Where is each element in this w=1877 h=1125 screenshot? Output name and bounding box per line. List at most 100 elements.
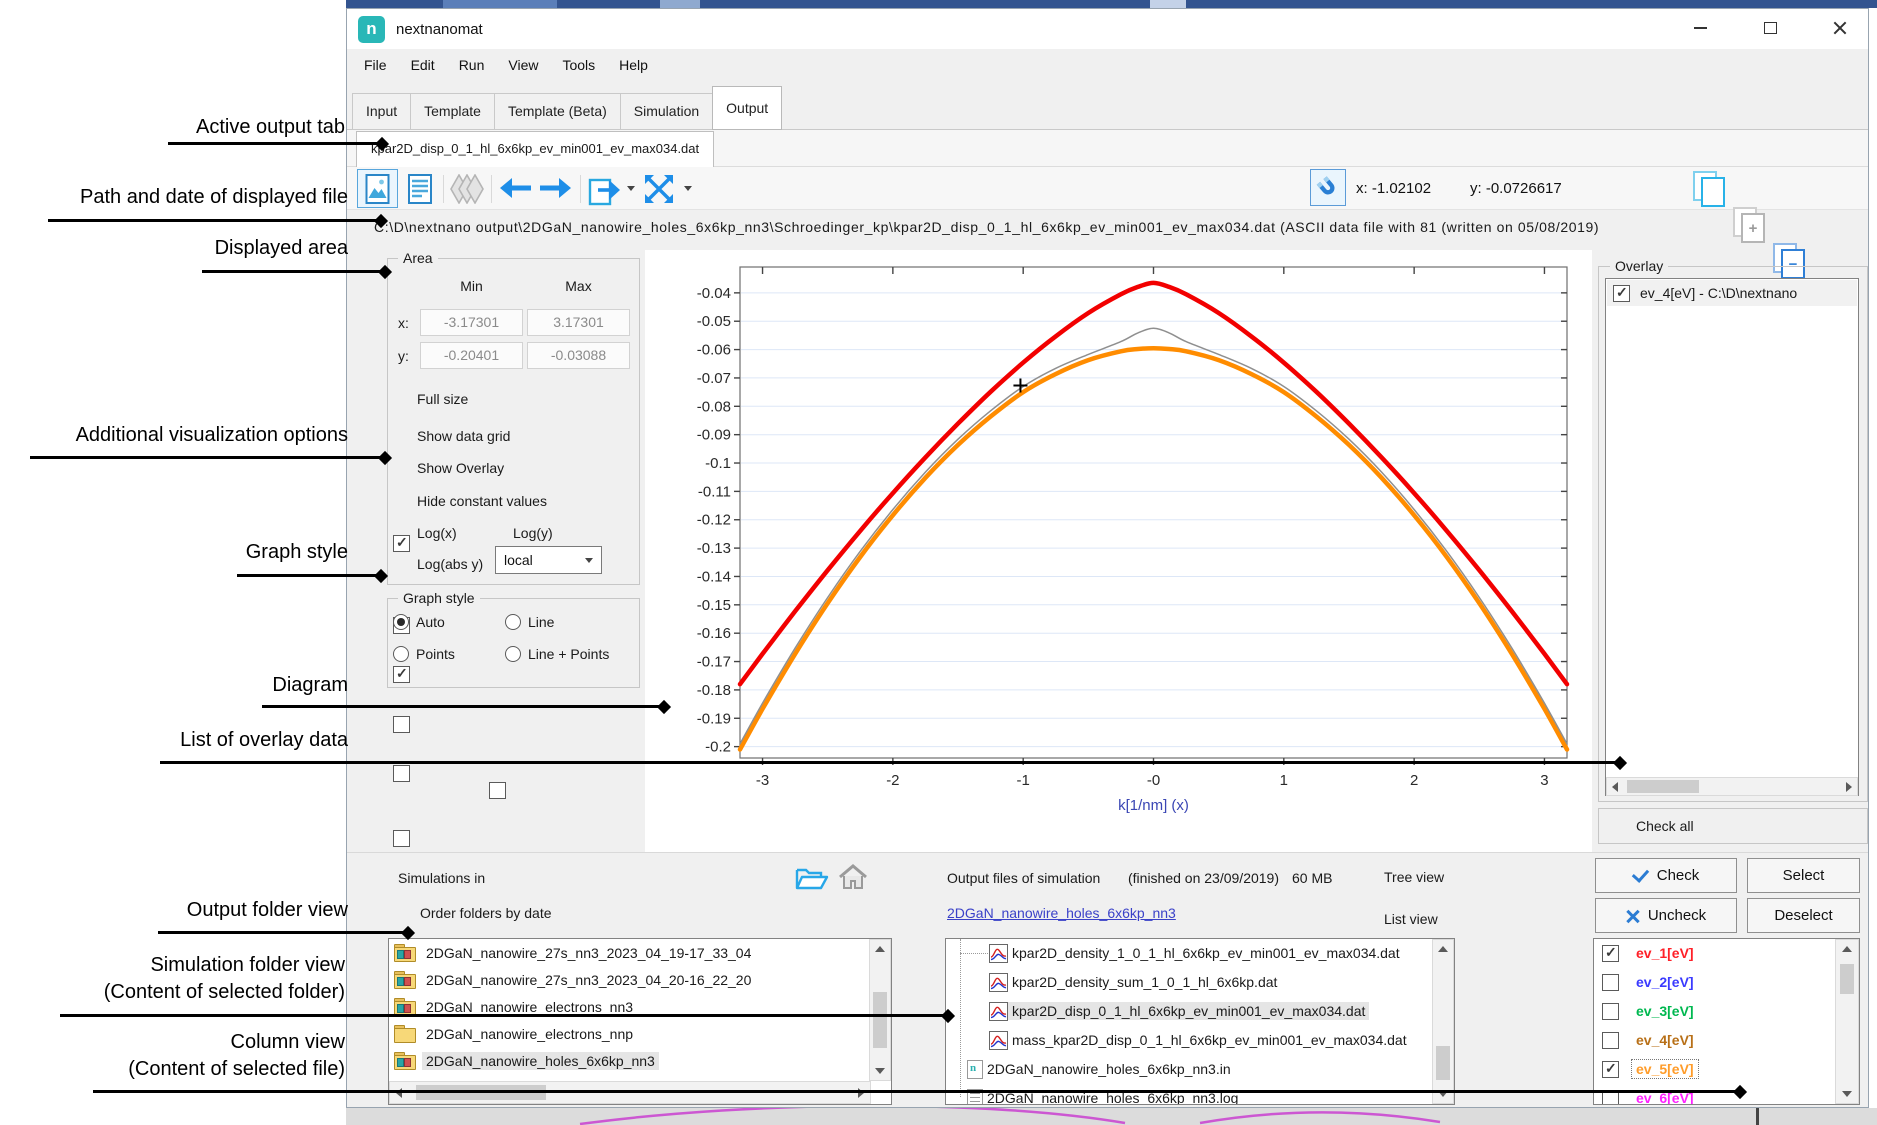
file-row[interactable]: 2DGaN_nanowire_holes_6x6kp_nn3.log [946, 1084, 1432, 1105]
column-checkbox[interactable] [1602, 1003, 1619, 1020]
annotation-label: Additional visualization options [76, 422, 348, 449]
tab-template[interactable]: Template [410, 93, 494, 130]
column-row[interactable]: ev_4[eV] [1594, 1026, 1835, 1054]
hide-constant-checkbox[interactable] [393, 716, 410, 733]
graph-style-option-auto[interactable]: Auto [393, 614, 445, 630]
column-checkbox[interactable] [1602, 1061, 1619, 1078]
check-button[interactable]: Check [1595, 858, 1737, 893]
graph-style-option-line[interactable]: Line [505, 614, 554, 630]
svg-text:-0.11: -0.11 [698, 483, 731, 500]
column-row[interactable]: ev_3[eV] [1594, 997, 1835, 1025]
column-row[interactable]: ev_2[eV] [1594, 968, 1835, 996]
export-icon [588, 172, 622, 206]
svg-text:2: 2 [1410, 772, 1418, 789]
folder-icon [394, 1025, 416, 1043]
add-tab-button[interactable]: + [1732, 206, 1766, 242]
full-size-checkbox[interactable] [393, 535, 410, 552]
simulation-link[interactable]: 2DGaN_nanowire_holes_6x6kp_nn3 [947, 905, 1176, 921]
overlay-item[interactable]: ev_4[eV] - C:\D\nextnano [1607, 280, 1857, 306]
area-y-min-field[interactable]: -0.20401 [420, 342, 523, 369]
horizontal-splitter[interactable] [347, 852, 1868, 853]
snap-cursor-button[interactable] [1310, 169, 1346, 206]
log-abs-label: Log(abs y) [417, 556, 483, 572]
back-button[interactable] [497, 176, 533, 200]
menu-item-tools[interactable]: Tools [550, 57, 607, 73]
menu-item-file[interactable]: File [352, 57, 399, 73]
maximize-button[interactable] [1748, 10, 1792, 46]
area-x-min-field[interactable]: -3.17301 [420, 309, 523, 336]
minimize-button[interactable] [1678, 10, 1722, 46]
scope-dropdown[interactable]: local [495, 546, 602, 574]
deselect-button[interactable]: Deselect [1747, 898, 1860, 933]
svg-text:-0.19: -0.19 [697, 710, 731, 727]
column-vscrollbar[interactable] [1835, 939, 1859, 1104]
log-abs-checkbox[interactable] [393, 830, 410, 847]
file-row[interactable]: mass_kpar2D_disp_0_1_hl_6x6kp_ev_min001_… [946, 1026, 1432, 1054]
open-folder-button[interactable] [795, 864, 829, 896]
tab-template-beta-[interactable]: Template (Beta) [494, 93, 620, 130]
file-vscrollbar[interactable] [1432, 939, 1454, 1104]
folder-icon [394, 944, 416, 962]
cursor-y-readout: y: -0.0726617 [1470, 180, 1562, 197]
column-row[interactable]: ev_1[eV] [1594, 939, 1835, 967]
area-y-max-field[interactable]: -0.03088 [527, 342, 630, 369]
folder-icon [394, 971, 416, 989]
tab-simulation[interactable]: Simulation [620, 93, 712, 130]
folder-row[interactable]: 2DGaN_nanowire_holes_6x6kp_nn3 [389, 1047, 869, 1074]
menu-item-view[interactable]: View [496, 57, 550, 73]
column-label: ev_2[eV] [1632, 973, 1698, 991]
export-button[interactable] [586, 171, 624, 207]
folder-row[interactable]: 2DGaN_nanowire_27s_nn3_2023_04_19-17_33_… [389, 939, 869, 966]
overlay-item-checkbox[interactable] [1613, 285, 1630, 302]
arrow-right-icon [539, 177, 573, 199]
log-y-checkbox[interactable] [489, 782, 506, 799]
check-icon [1632, 865, 1649, 883]
menu-item-run[interactable]: Run [447, 57, 497, 73]
text-view-button[interactable] [402, 171, 438, 207]
graph-style-option-points[interactable]: Points [393, 646, 455, 662]
log-y-label: Log(y) [513, 525, 553, 541]
folder-name: 2DGaN_nanowire_electrons_nnp [422, 1025, 637, 1043]
overlay-hscrollbar[interactable] [1606, 777, 1858, 796]
folder-vscrollbar[interactable] [869, 939, 891, 1081]
diagram-view-button[interactable] [357, 169, 398, 208]
folder-row[interactable]: 2DGaN_nanowire_27s_nn3_2023_04_20-16_22_… [389, 966, 869, 993]
new-tab-button[interactable] [1692, 170, 1726, 206]
slices-button[interactable] [447, 173, 487, 205]
tab-input[interactable]: Input [352, 93, 410, 130]
file-row[interactable]: kpar2D_density_1_0_1_hl_6x6kp_ev_min001_… [946, 939, 1432, 967]
annotation-line [60, 1014, 946, 1017]
column-row[interactable]: ev_6[eV] [1594, 1084, 1835, 1105]
folder-row[interactable]: 2DGaN_nanowire_electrons_nnp [389, 1020, 869, 1047]
home-folder-button[interactable] [838, 863, 868, 896]
tab-output[interactable]: Output [712, 86, 782, 130]
column-checkbox[interactable] [1602, 1032, 1619, 1049]
fit-dropdown-arrow[interactable] [684, 186, 692, 191]
close-button[interactable] [1818, 10, 1862, 46]
select-button[interactable]: Select [1747, 858, 1860, 893]
forward-button[interactable] [538, 176, 574, 200]
menu-item-edit[interactable]: Edit [399, 57, 447, 73]
annotation-line [48, 219, 379, 222]
graph-style-option-line-points[interactable]: Line + Points [505, 646, 609, 662]
chart-file-icon [989, 1031, 1008, 1050]
uncheck-button[interactable]: Uncheck [1595, 898, 1737, 933]
file-row[interactable]: kpar2D_density_sum_1_0_1_hl_6x6kp.dat [946, 968, 1432, 996]
maximize-icon [1764, 22, 1777, 34]
column-row[interactable]: ev_5[eV] [1594, 1055, 1835, 1083]
column-checkbox[interactable] [1602, 945, 1619, 962]
file-name: 2DGaN_nanowire_holes_6x6kp_nn3.in [983, 1060, 1235, 1078]
input-file-icon: n [967, 1060, 983, 1079]
export-dropdown-arrow[interactable] [627, 186, 635, 191]
menu-item-help[interactable]: Help [607, 57, 660, 73]
area-x-max-field[interactable]: 3.17301 [527, 309, 630, 336]
column-checkbox[interactable] [1602, 974, 1619, 991]
log-x-checkbox[interactable] [393, 765, 410, 782]
file-row[interactable]: kpar2D_disp_0_1_hl_6x6kp_ev_min001_ev_ma… [946, 997, 1432, 1025]
svg-text:-0.14: -0.14 [697, 568, 731, 585]
file-row[interactable]: n2DGaN_nanowire_holes_6x6kp_nn3.in [946, 1055, 1432, 1083]
document-tab[interactable]: kpar2D_disp_0_1_hl_6x6kp_ev_min001_ev_ma… [356, 131, 714, 167]
fit-view-button[interactable] [641, 172, 677, 206]
svg-text:-0.18: -0.18 [697, 682, 731, 699]
file-name: kpar2D_disp_0_1_hl_6x6kp_ev_min001_ev_ma… [1008, 1002, 1369, 1020]
